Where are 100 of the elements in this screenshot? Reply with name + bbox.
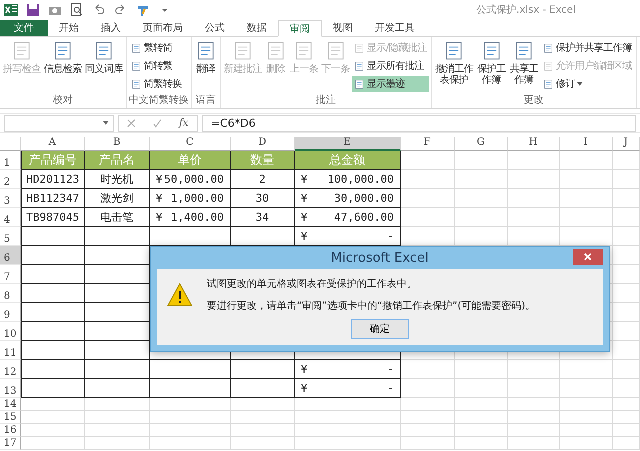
currency-symbol: ¥ bbox=[301, 192, 308, 204]
grid-cell bbox=[455, 360, 508, 379]
document-icon bbox=[93, 40, 115, 62]
grid-cell bbox=[85, 424, 150, 437]
ribbon-button[interactable]: 修订 bbox=[540, 76, 634, 92]
ribbon-button[interactable]: 简转繁 bbox=[129, 58, 184, 74]
row-header[interactable]: 12 bbox=[0, 360, 21, 379]
ribbon-button[interactable]: 同义词库 bbox=[84, 39, 124, 94]
column-header[interactable]: D bbox=[231, 137, 295, 151]
column-header[interactable]: I bbox=[560, 137, 613, 151]
column-header[interactable]: A bbox=[21, 137, 85, 151]
header-cell: 数量 bbox=[231, 151, 295, 170]
ribbon-button[interactable]: 显示所有批注 bbox=[352, 58, 429, 74]
ribbon-button[interactable]: 简繁转换 bbox=[129, 76, 184, 92]
row-header[interactable]: 3 bbox=[0, 189, 21, 208]
close-button[interactable] bbox=[573, 249, 603, 265]
ribbon-tab[interactable]: 视图 bbox=[322, 20, 364, 36]
grid-cell bbox=[613, 151, 640, 170]
grid-cell bbox=[508, 151, 560, 170]
ribbon-tab[interactable]: 审阅 bbox=[278, 20, 322, 37]
grid-cell bbox=[401, 437, 455, 450]
column-header[interactable]: F bbox=[401, 137, 455, 151]
column-header[interactable]: G bbox=[455, 137, 508, 151]
document-icon bbox=[232, 40, 254, 62]
ribbon-tab[interactable]: 数据 bbox=[236, 20, 278, 36]
grid-cell bbox=[401, 170, 455, 189]
row-header[interactable]: 17 bbox=[0, 437, 21, 450]
table-cell: TB987045 bbox=[21, 208, 85, 227]
row-header[interactable]: 5 bbox=[0, 227, 21, 246]
ribbon-button[interactable]: 翻译 bbox=[194, 39, 218, 94]
table-cell: 时光机 bbox=[85, 170, 150, 189]
currency-symbol: ¥ bbox=[301, 172, 308, 186]
amount-text: 1,000.00 bbox=[171, 192, 224, 204]
document-icon bbox=[354, 60, 365, 72]
window-title: 公式保护.xlsx - Excel bbox=[476, 4, 576, 17]
row-header[interactable]: 11 bbox=[0, 341, 21, 360]
ok-button[interactable]: 确定 bbox=[351, 319, 409, 339]
grid-cell bbox=[455, 424, 508, 437]
spreadsheet-logo-icon bbox=[4, 3, 18, 17]
row-header[interactable]: 10 bbox=[0, 322, 21, 341]
grid-cell bbox=[613, 379, 640, 398]
row-header[interactable]: 14 bbox=[0, 398, 21, 411]
ribbon-button[interactable]: 撤消工作表保护 bbox=[434, 39, 475, 94]
row-header[interactable]: 1 bbox=[0, 151, 21, 170]
ribbon-button[interactable]: 共享工作簿 bbox=[508, 39, 540, 94]
dialog-message: 要进行更改，请单击“审阅”选项卡中的“撤销工作表保护”(可能需要密码)。 bbox=[207, 300, 536, 313]
column-header[interactable]: J bbox=[613, 137, 640, 151]
row-header[interactable]: 15 bbox=[0, 411, 21, 424]
ribbon-tab[interactable]: 插入 bbox=[90, 20, 132, 36]
grid-cell bbox=[21, 398, 85, 411]
grid-cell bbox=[401, 151, 455, 170]
row-header[interactable]: 13 bbox=[0, 379, 21, 398]
ribbon-tab[interactable]: 开发工具 bbox=[364, 20, 426, 36]
ribbon-button[interactable]: 信息检索 bbox=[43, 39, 83, 94]
amount-text: 100,000.00 bbox=[328, 172, 394, 186]
ribbon-tab[interactable]: 页面布局 bbox=[132, 20, 194, 36]
document-icon bbox=[131, 42, 142, 54]
row-header[interactable]: 2 bbox=[0, 170, 21, 189]
row-header[interactable]: 6 bbox=[0, 246, 21, 265]
ribbon-tab[interactable]: 开始 bbox=[48, 20, 90, 36]
grid-cell bbox=[508, 170, 560, 189]
cancel-icon[interactable] bbox=[127, 118, 136, 128]
row-header[interactable]: 16 bbox=[0, 424, 21, 437]
row-header[interactable]: 4 bbox=[0, 208, 21, 227]
insert-function-button[interactable]: fx bbox=[179, 118, 189, 128]
row-header[interactable]: 8 bbox=[0, 284, 21, 303]
grid-cell bbox=[508, 189, 560, 208]
ribbon-button[interactable]: 显示墨迹 bbox=[352, 76, 429, 92]
grid-cell bbox=[508, 208, 560, 227]
row-header[interactable]: 9 bbox=[0, 303, 21, 322]
currency-symbol: ¥ bbox=[301, 210, 308, 224]
grid-cell bbox=[560, 151, 613, 170]
grid-cell bbox=[231, 424, 295, 437]
grid-cell bbox=[401, 189, 455, 208]
grid-cell bbox=[21, 284, 85, 303]
column-header[interactable]: H bbox=[508, 137, 560, 151]
row-header[interactable]: 7 bbox=[0, 265, 21, 284]
ribbon-tab[interactable]: 公式 bbox=[194, 20, 236, 36]
ribbon-button[interactable]: 保护并共享工作簿 bbox=[540, 40, 634, 56]
ribbon-button[interactable]: 保护工作簿 bbox=[476, 39, 508, 94]
brush-icon[interactable] bbox=[136, 3, 150, 17]
grid-cell bbox=[85, 411, 150, 424]
grid-cell bbox=[21, 227, 85, 246]
file-tab[interactable]: 文件 bbox=[0, 20, 48, 36]
save-icon[interactable] bbox=[26, 3, 40, 17]
column-header[interactable]: E bbox=[295, 137, 401, 151]
formula-field[interactable]: =C6*D6 bbox=[202, 114, 636, 132]
dialog-message: 试图更改的单元格或图表在受保护的工作表中。 bbox=[207, 278, 418, 291]
ribbon-button[interactable]: 繁转简 bbox=[129, 40, 184, 56]
grid-cell bbox=[508, 424, 560, 437]
column-header[interactable]: C bbox=[150, 137, 231, 151]
print-preview-icon[interactable] bbox=[70, 3, 84, 17]
grid-cell bbox=[21, 322, 85, 341]
caret-icon bbox=[103, 121, 109, 125]
document-icon bbox=[195, 40, 217, 62]
check-icon[interactable] bbox=[153, 118, 162, 128]
column-header[interactable]: B bbox=[85, 137, 150, 151]
header-cell: 单价 bbox=[150, 151, 231, 170]
group-label: 语言 bbox=[195, 94, 217, 108]
table-cell: 电击笔 bbox=[85, 208, 150, 227]
